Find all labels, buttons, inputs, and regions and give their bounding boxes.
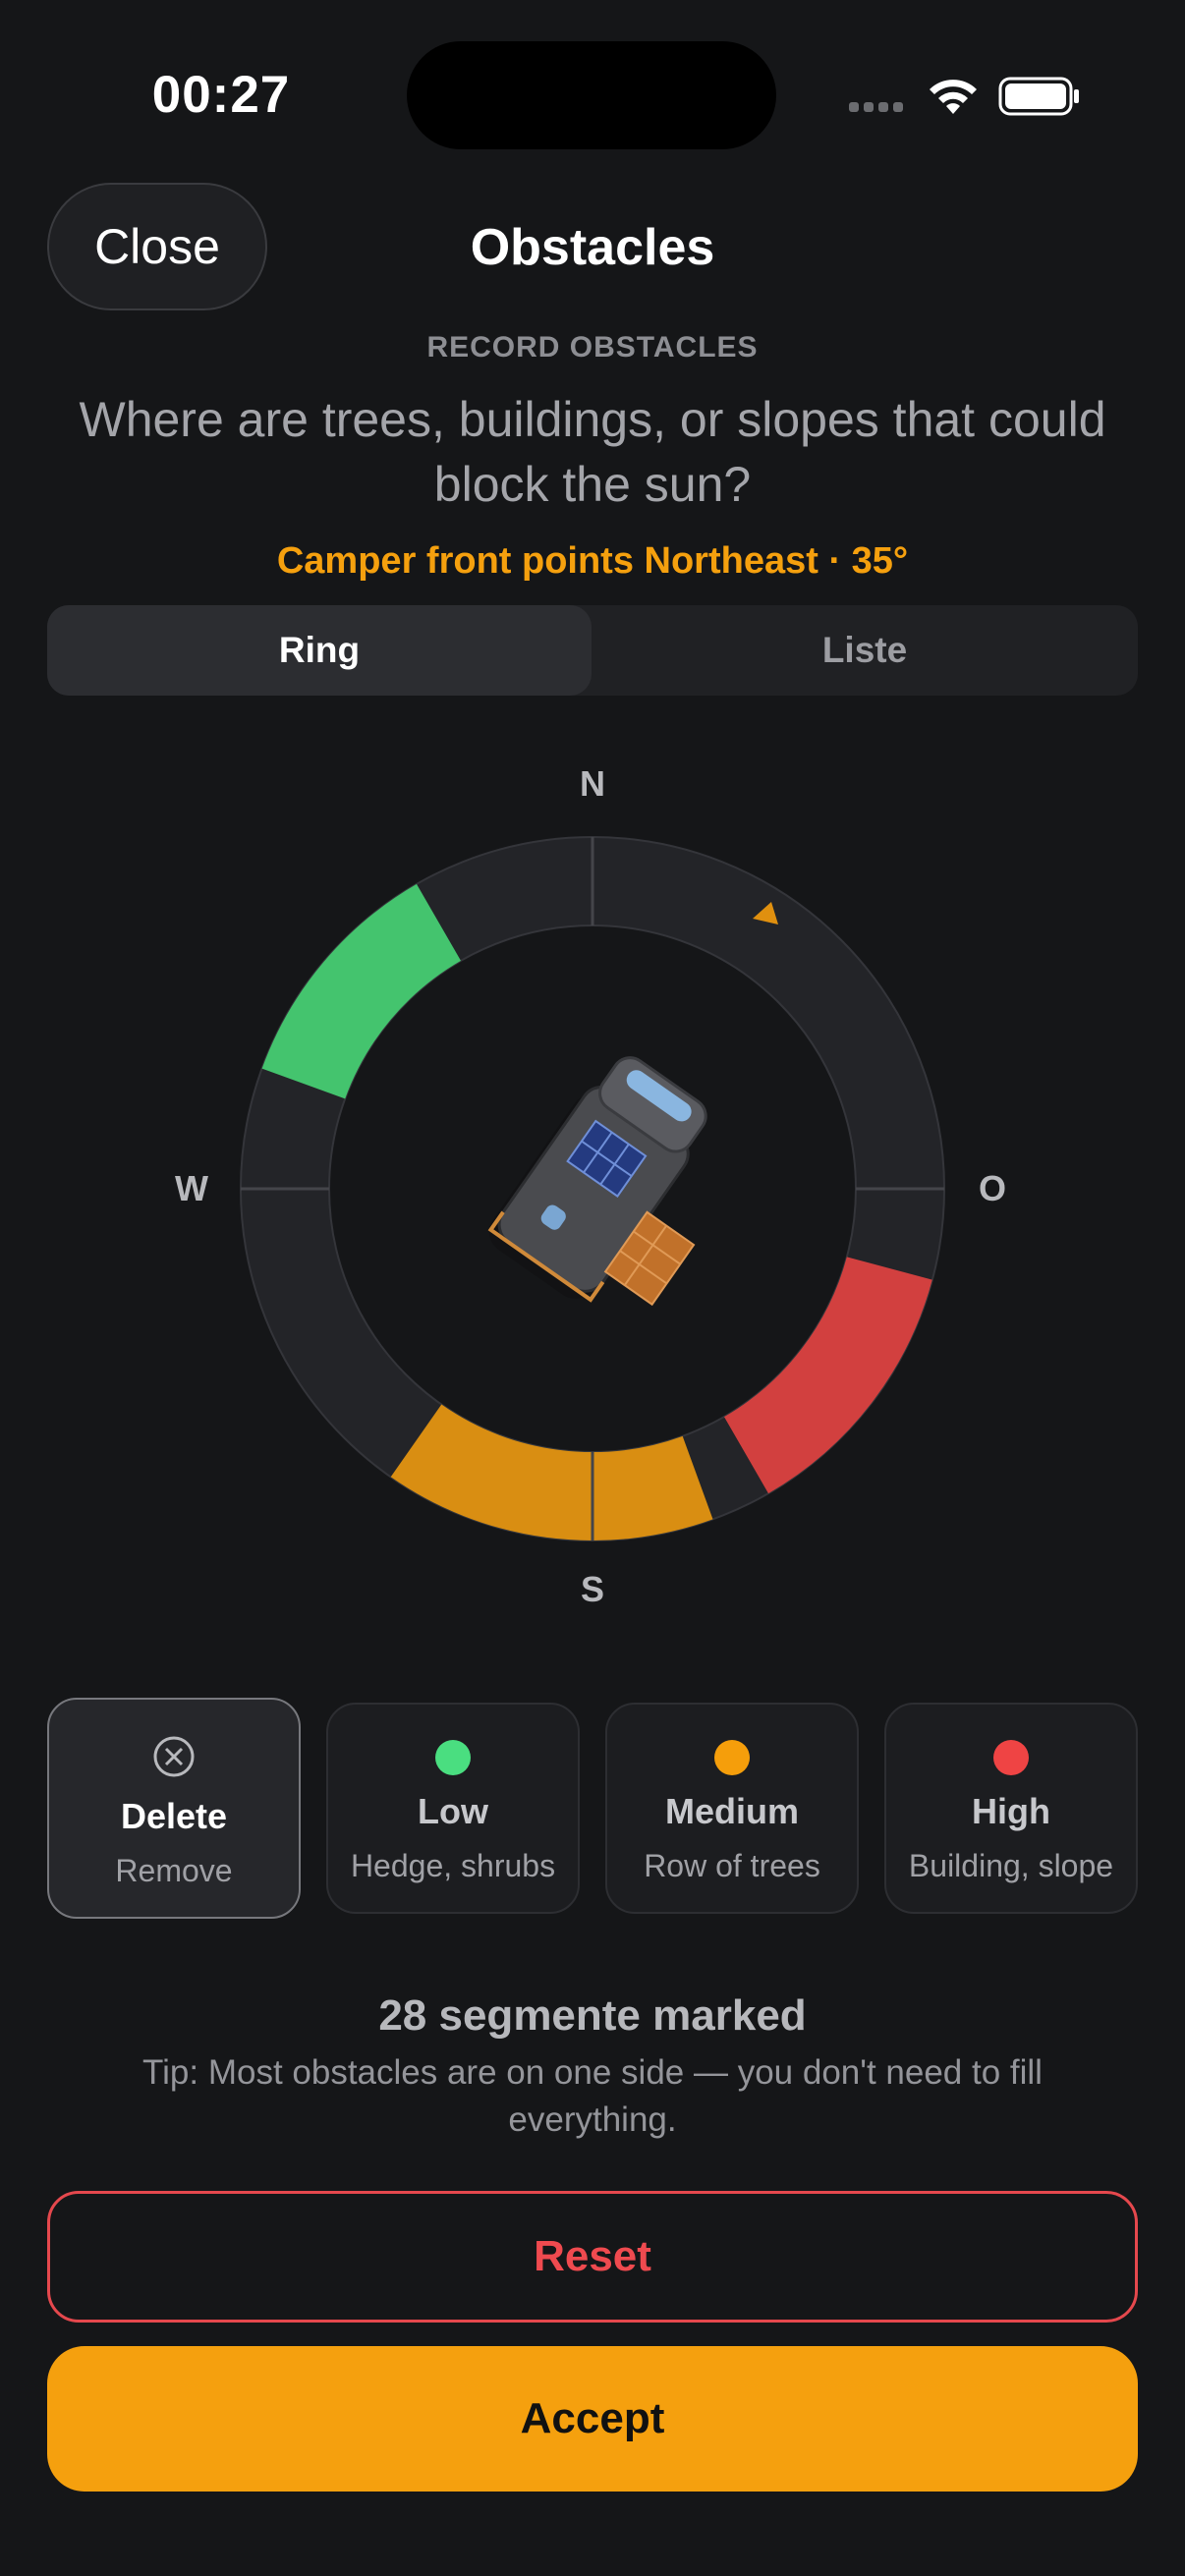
high-level-dot-icon [993, 1740, 1029, 1775]
obstacle-arc-high[interactable] [723, 1256, 932, 1494]
level-card-title: Medium [664, 1791, 799, 1831]
compass-label-north: N [580, 763, 605, 804]
section-eyebrow: RECORD OBSTACLES [426, 331, 759, 364]
segment-count: 28 segmente marked [378, 1991, 807, 2040]
level-card-subtitle: Building, slope [908, 1848, 1114, 1883]
reset-button[interactable]: Reset [47, 2191, 1138, 2323]
level-card-title: Low [418, 1791, 488, 1831]
delete-circle-icon [153, 1736, 195, 1777]
view-toggle: Ring Liste [47, 605, 1138, 696]
tab-liste[interactable]: Liste [592, 605, 1138, 696]
compass-label-west: W [175, 1168, 208, 1208]
cellular-signal-icon [849, 102, 908, 114]
compass-label-south: S [581, 1569, 604, 1609]
status-time: 00:27 [151, 66, 291, 124]
level-card-medium[interactable]: Medium Row of trees [605, 1703, 859, 1914]
question-text: Where are trees, buildings, or slopes th… [79, 392, 1106, 512]
level-card-title: Delete [120, 1796, 228, 1836]
level-card-low[interactable]: Low Hedge, shrubs [326, 1703, 580, 1914]
compass-label-east: O [979, 1168, 1006, 1208]
camper-van-icon [487, 1056, 707, 1307]
tab-ring[interactable]: Ring [47, 605, 592, 696]
low-level-dot-icon [435, 1740, 471, 1775]
obstacle-arc-low[interactable] [261, 883, 462, 1100]
battery-icon [998, 77, 1079, 116]
level-card-subtitle: Row of trees [644, 1848, 820, 1883]
close-button[interactable]: Close [47, 183, 267, 310]
dynamic-island [407, 41, 776, 149]
wifi-icon [930, 80, 977, 114]
level-card-subtitle: Remove [115, 1853, 233, 1888]
camper-orientation: Camper front points Northeast · 35° [276, 540, 909, 582]
medium-level-dot-icon [714, 1740, 750, 1775]
level-card-delete[interactable]: Delete Remove [47, 1698, 301, 1919]
level-card-title: High [972, 1791, 1050, 1831]
tip-text: Tip: Most obstacles are on one side — yo… [142, 2053, 1043, 2139]
level-card-high[interactable]: High Building, slope [884, 1703, 1138, 1914]
obstacle-compass[interactable]: N O S W [157, 747, 1028, 1631]
level-card-subtitle: Hedge, shrubs [350, 1848, 556, 1883]
accept-button[interactable]: Accept [47, 2346, 1138, 2492]
page-title: Obstacles [470, 219, 715, 276]
